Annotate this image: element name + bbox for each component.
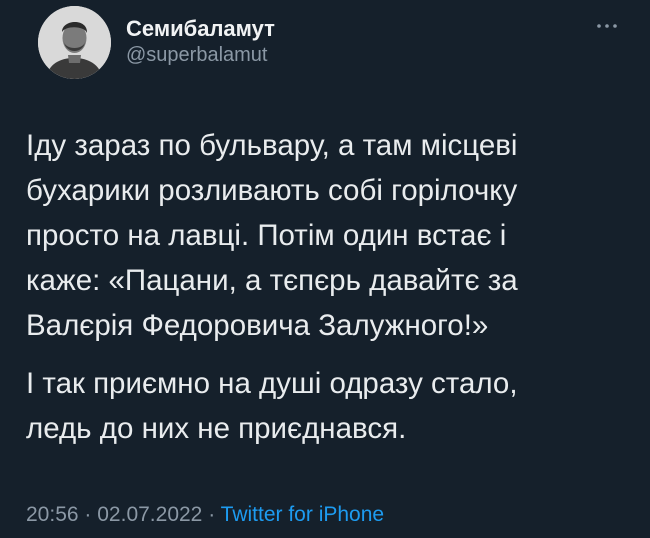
author-names: Семибаламут @superbalamut [126, 16, 275, 67]
author-display-name[interactable]: Семибаламут [126, 16, 275, 42]
tweet-date[interactable]: 02.07.2022 [97, 503, 202, 526]
tweet-paragraph: І так приємно на душі одразу стало, ледь… [26, 367, 518, 445]
author-handle[interactable]: @superbalamut [126, 43, 275, 67]
more-horizontal-icon[interactable] [596, 18, 618, 28]
tweet-text: Іду зараз по бульвару, а там місцеві бух… [26, 123, 636, 451]
tweet-paragraph: Іду зараз по бульвару, а там місцеві бух… [26, 129, 518, 342]
meta-separator: · [84, 503, 92, 526]
tweet-time[interactable]: 20:56 [26, 503, 79, 526]
profile-photo-icon [38, 6, 111, 79]
meta-separator: · [208, 503, 216, 526]
tweet-header: Семибаламут @superbalamut [38, 6, 630, 84]
tweet-card: Семибаламут @superbalamut Іду зараз по б… [0, 0, 650, 538]
tweet-meta: 20:56 · 02.07.2022 · Twitter for iPhone [26, 502, 384, 528]
tweet-source-link[interactable]: Twitter for iPhone [221, 503, 384, 526]
avatar[interactable] [38, 6, 111, 79]
